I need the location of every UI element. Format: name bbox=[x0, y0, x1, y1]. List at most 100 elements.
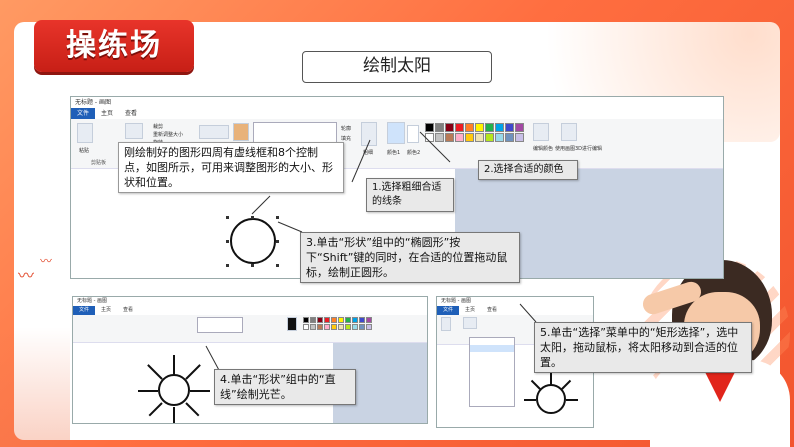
palette-color-swatch[interactable] bbox=[515, 123, 524, 132]
selection-handle[interactable] bbox=[226, 240, 229, 243]
tab-home[interactable]: 主页 bbox=[95, 306, 117, 315]
palette-color-swatch[interactable] bbox=[366, 324, 372, 330]
edit-colors-button[interactable] bbox=[533, 123, 549, 141]
palette-color-swatch[interactable] bbox=[515, 133, 524, 142]
palette-color-swatch[interactable] bbox=[435, 133, 444, 142]
palette-color-swatch[interactable] bbox=[352, 324, 358, 330]
palette-color-swatch[interactable] bbox=[455, 123, 464, 132]
menu-item[interactable] bbox=[470, 387, 514, 394]
menu-item[interactable] bbox=[470, 366, 514, 373]
palette-color-swatch[interactable] bbox=[425, 123, 434, 132]
size-button[interactable] bbox=[361, 122, 377, 146]
palette-color-swatch[interactable] bbox=[445, 123, 454, 132]
palette-color-swatch[interactable] bbox=[317, 324, 323, 330]
menu-item[interactable] bbox=[470, 373, 514, 380]
select-button[interactable] bbox=[125, 123, 143, 139]
callout-step-2: 2.选择合适的颜色 bbox=[478, 160, 578, 180]
crop-button[interactable]: 裁剪 bbox=[153, 123, 163, 130]
palette-color-swatch[interactable] bbox=[465, 123, 474, 132]
sun-ray bbox=[173, 355, 175, 375]
color1-button[interactable] bbox=[287, 317, 297, 331]
palette-color-swatch[interactable] bbox=[425, 133, 434, 142]
section-title: 绘制太阳 bbox=[363, 56, 431, 76]
menu-item-rectangle-select[interactable] bbox=[470, 345, 514, 352]
sun-ray bbox=[173, 407, 175, 423]
palette-color-swatch[interactable] bbox=[495, 123, 504, 132]
selection-handle[interactable] bbox=[276, 216, 279, 219]
palette-color-swatch[interactable] bbox=[505, 133, 514, 142]
palette-color-swatch[interactable] bbox=[495, 133, 504, 142]
outline-button[interactable]: 轮廓 bbox=[341, 125, 351, 132]
selection-handle[interactable] bbox=[226, 264, 229, 267]
sun-ray bbox=[190, 390, 210, 392]
palette-color-swatch[interactable] bbox=[310, 324, 316, 330]
selection-handle[interactable] bbox=[276, 264, 279, 267]
palette-color-swatch[interactable] bbox=[435, 123, 444, 132]
size-label: 粗细 bbox=[363, 150, 374, 156]
menu-item[interactable] bbox=[470, 359, 514, 366]
palette-color-swatch[interactable] bbox=[455, 133, 464, 142]
callout-intro: 刚绘制好的图形四周有虚线框和8个控制点，如图所示，可用来调整图形的大小、形状和位… bbox=[118, 142, 344, 193]
building-decoration bbox=[0, 327, 70, 447]
tab-file[interactable]: 文件 bbox=[73, 306, 96, 315]
selection-handle[interactable] bbox=[276, 240, 279, 243]
drawn-circle[interactable] bbox=[230, 218, 276, 264]
palette-color-swatch[interactable] bbox=[303, 324, 309, 330]
palette-color-swatch[interactable] bbox=[338, 317, 344, 323]
selection-handle[interactable] bbox=[251, 264, 254, 267]
palette-color-swatch[interactable] bbox=[345, 317, 351, 323]
tab-home[interactable]: 主页 bbox=[459, 306, 481, 315]
tools-group[interactable] bbox=[199, 125, 229, 139]
fill-button[interactable]: 填充 bbox=[341, 135, 351, 142]
menu-item[interactable] bbox=[470, 380, 514, 387]
menu-item[interactable] bbox=[470, 338, 514, 345]
palette-color-swatch[interactable] bbox=[359, 317, 365, 323]
palette-color-swatch[interactable] bbox=[331, 324, 337, 330]
selection-handle[interactable] bbox=[251, 216, 254, 219]
palette-color-swatch[interactable] bbox=[310, 317, 316, 323]
palette-color-swatch[interactable] bbox=[505, 123, 514, 132]
select-dropdown-menu bbox=[469, 337, 515, 407]
palette-color-swatch[interactable] bbox=[317, 317, 323, 323]
brush-button[interactable] bbox=[233, 123, 249, 141]
palette-color-swatch[interactable] bbox=[331, 317, 337, 323]
paint3d-button[interactable] bbox=[561, 123, 577, 141]
palette-color-swatch[interactable] bbox=[366, 317, 372, 323]
palette-color-swatch[interactable] bbox=[338, 324, 344, 330]
palette-color-swatch[interactable] bbox=[324, 324, 330, 330]
edit-colors-label: 编辑颜色 bbox=[533, 146, 554, 152]
palette-color-swatch[interactable] bbox=[303, 317, 309, 323]
tab-file[interactable]: 文件 bbox=[71, 108, 96, 119]
palette-color-swatch[interactable] bbox=[352, 317, 358, 323]
color2-button[interactable] bbox=[407, 125, 419, 143]
palette-color-swatch[interactable] bbox=[359, 324, 365, 330]
tab-view[interactable]: 查看 bbox=[117, 306, 139, 315]
palette-color-swatch[interactable] bbox=[485, 123, 494, 132]
palette-color-swatch[interactable] bbox=[445, 133, 454, 142]
window-title: 无标题 - 画图 bbox=[73, 297, 427, 306]
ribbon bbox=[73, 315, 427, 343]
callout-step-3: 3.单击“形状”组中的“椭圆形”按下“Shift”键的同时，在合适的位置拖动鼠标… bbox=[300, 232, 520, 283]
ribbon-tabs: 文件 主页 查看 bbox=[71, 108, 723, 119]
menu-item[interactable] bbox=[470, 352, 514, 359]
palette-color-swatch[interactable] bbox=[475, 123, 484, 132]
palette-color-swatch[interactable] bbox=[485, 133, 494, 142]
palette-color-swatch[interactable] bbox=[345, 324, 351, 330]
tab-home[interactable]: 主页 bbox=[95, 108, 119, 119]
tab-view[interactable]: 查看 bbox=[481, 306, 503, 315]
select-button[interactable] bbox=[463, 317, 477, 329]
shapes-gallery[interactable] bbox=[197, 317, 243, 333]
palette-color-swatch[interactable] bbox=[465, 133, 474, 142]
paste-button[interactable] bbox=[77, 123, 93, 143]
window-title: 无标题 - 画图 bbox=[71, 97, 723, 108]
palette-color-swatch[interactable] bbox=[324, 317, 330, 323]
palette-color-swatch[interactable] bbox=[475, 133, 484, 142]
resize-button[interactable]: 重新调整大小 bbox=[153, 131, 183, 138]
bird-icon: 〰 bbox=[18, 266, 35, 285]
tab-view[interactable]: 查看 bbox=[119, 108, 143, 119]
window-title: 无标题 - 画图 bbox=[437, 297, 593, 306]
tab-file[interactable]: 文件 bbox=[437, 306, 460, 315]
selection-handle[interactable] bbox=[226, 216, 229, 219]
color1-button[interactable] bbox=[387, 122, 405, 144]
paste-button[interactable] bbox=[441, 317, 451, 331]
